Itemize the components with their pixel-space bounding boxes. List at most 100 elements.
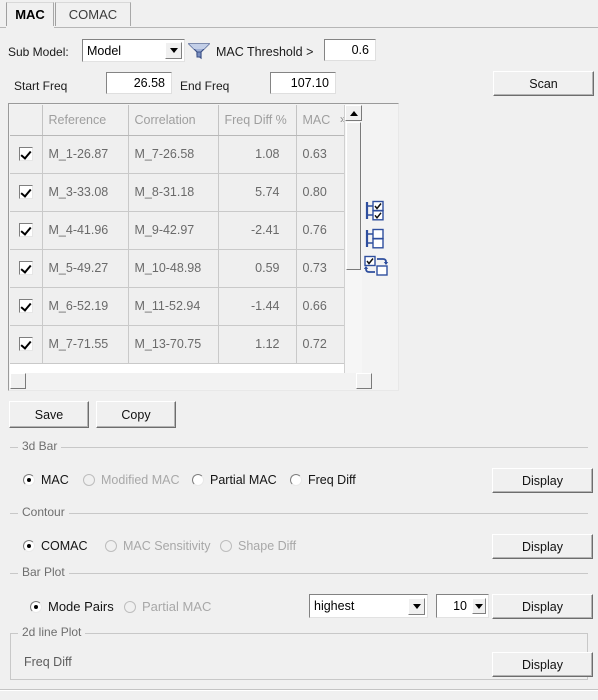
cell-correlation: M_8-31.18: [128, 173, 219, 212]
uncheck-all-icon[interactable]: [364, 228, 390, 250]
row-checkbox-cell[interactable]: [10, 211, 43, 250]
radio-label: Shape Diff: [238, 539, 297, 553]
tab-baseline: [0, 27, 598, 28]
column-header-mac-label: MAC: [302, 112, 331, 127]
radio-label: Partial MAC: [142, 599, 212, 614]
row-checkbox[interactable]: [18, 337, 33, 352]
start-freq-input[interactable]: 26.58: [106, 72, 172, 94]
cell-correlation: M_10-48.98: [128, 249, 219, 288]
radio-contour-shape-diff: Shape Diff: [220, 539, 296, 553]
display-button-contour[interactable]: Display: [492, 534, 593, 559]
chevron-down-icon[interactable]: [408, 597, 425, 615]
table-horizontal-scrollbar[interactable]: [10, 373, 372, 389]
radio-bar-plot-partial-mac: Partial MAC: [124, 599, 211, 614]
correlation-table-panel: Reference Correlation Freq Diff % MAC » …: [8, 103, 399, 391]
table-header-row: Reference Correlation Freq Diff % MAC »: [10, 105, 355, 136]
radio-bar-plot-mode-pairs[interactable]: Mode Pairs: [30, 599, 114, 614]
correlation-table-viewport[interactable]: Reference Correlation Freq Diff % MAC » …: [10, 105, 355, 389]
row-checkbox-cell[interactable]: [10, 135, 43, 174]
radio-indicator: [23, 474, 35, 486]
sub-model-select[interactable]: Model: [82, 39, 185, 62]
copy-button[interactable]: Copy: [96, 401, 176, 428]
radio-3d-bar-partial-mac[interactable]: Partial MAC: [192, 473, 277, 487]
tab-comac-label: COMAC: [68, 7, 118, 22]
end-freq-input[interactable]: 107.10: [270, 72, 336, 94]
section-contour-title: Contour: [18, 505, 69, 519]
display-button-2d-line-plot[interactable]: Display: [492, 652, 593, 677]
column-header-correlation[interactable]: Correlation: [128, 105, 219, 136]
row-checkbox-cell[interactable]: [10, 173, 43, 212]
bar-plot-sort-value: highest: [314, 599, 355, 613]
row-checkbox-cell[interactable]: [10, 249, 43, 288]
funnel-filter-icon[interactable]: [188, 42, 210, 60]
chevron-down-icon[interactable]: [165, 42, 182, 59]
row-checkbox[interactable]: [18, 147, 33, 162]
display-button-label: Display: [522, 539, 563, 554]
cell-freq-diff: 1.08: [218, 135, 297, 174]
start-freq-label: Start Freq: [14, 79, 68, 93]
row-checkbox-cell[interactable]: [10, 287, 43, 326]
check-all-icon[interactable]: [364, 200, 390, 222]
column-header-select[interactable]: [10, 105, 43, 136]
cell-freq-diff: 0.59: [218, 249, 297, 288]
scroll-left-button[interactable]: [10, 373, 26, 389]
mac-threshold-input[interactable]: 0.6: [324, 39, 376, 61]
scroll-up-button[interactable]: [345, 105, 362, 121]
column-header-reference[interactable]: Reference: [42, 105, 129, 136]
row-checkbox[interactable]: [18, 185, 33, 200]
display-button-3d-bar[interactable]: Display: [492, 468, 593, 493]
row-checkbox[interactable]: [18, 261, 33, 276]
display-button-label: Display: [522, 657, 563, 672]
mac-threshold-value: 0.6: [351, 43, 369, 57]
radio-indicator: [23, 540, 35, 552]
bar-plot-count-select[interactable]: 10: [436, 594, 489, 618]
scroll-right-button[interactable]: [356, 373, 372, 389]
scan-button[interactable]: Scan: [493, 71, 594, 96]
triangle-up-icon: [349, 110, 358, 116]
display-button-bar-plot[interactable]: Display: [492, 594, 593, 619]
section-3d-bar-title: 3d Bar: [18, 439, 62, 453]
radio-contour-mac-sensitivity: MAC Sensitivity: [105, 539, 211, 553]
cell-reference: M_3-33.08: [42, 173, 129, 212]
cell-correlation: M_9-42.97: [128, 211, 219, 250]
save-button[interactable]: Save: [9, 401, 89, 428]
tab-mac[interactable]: MAC: [6, 2, 54, 26]
radio-indicator: [220, 540, 232, 552]
selection-tools: [364, 200, 392, 282]
row-checkbox[interactable]: [18, 223, 33, 238]
radio-3d-bar-mac[interactable]: MAC: [23, 473, 69, 487]
radio-contour-comac[interactable]: COMAC: [23, 539, 88, 553]
tab-comac[interactable]: COMAC: [55, 2, 131, 26]
radio-label: Modified MAC: [101, 473, 180, 487]
vertical-scroll-thumb[interactable]: [346, 122, 361, 270]
table-vertical-scrollbar[interactable]: [344, 105, 362, 389]
radio-3d-bar-modified-mac: Modified MAC: [83, 473, 180, 487]
end-freq-value: 107.10: [290, 76, 329, 90]
radio-label: MAC: [41, 473, 69, 487]
scan-button-label: Scan: [529, 76, 558, 91]
column-header-freq-diff[interactable]: Freq Diff %: [218, 105, 297, 136]
chevron-down-icon[interactable]: [472, 598, 486, 614]
radio-3d-bar-freq-diff[interactable]: Freq Diff: [290, 473, 356, 487]
display-button-label: Display: [522, 599, 563, 614]
tab-active-mask: [6, 27, 54, 28]
section-2d-line-plot-left-edge: [10, 633, 11, 680]
cell-freq-diff: -1.44: [218, 287, 297, 326]
radio-indicator: [192, 474, 204, 486]
cell-correlation: M_13-70.75: [128, 325, 219, 364]
correlation-table: Reference Correlation Freq Diff % MAC » …: [10, 105, 355, 364]
start-freq-value: 26.58: [133, 76, 165, 90]
section-bar-plot-rule: [10, 573, 588, 574]
invert-selection-icon[interactable]: [364, 255, 390, 277]
radio-label: COMAC: [41, 539, 88, 553]
bar-plot-sort-select[interactable]: highest: [309, 594, 428, 618]
tab-mac-label: MAC: [15, 7, 45, 22]
radio-indicator: [83, 474, 95, 486]
sub-model-value: Model: [87, 43, 122, 58]
save-button-label: Save: [34, 407, 64, 422]
row-checkbox-cell[interactable]: [10, 325, 43, 364]
row-checkbox[interactable]: [18, 299, 33, 314]
radio-indicator: [124, 600, 136, 613]
radio-indicator: [105, 540, 117, 552]
cell-freq-diff: 5.74: [218, 173, 297, 212]
